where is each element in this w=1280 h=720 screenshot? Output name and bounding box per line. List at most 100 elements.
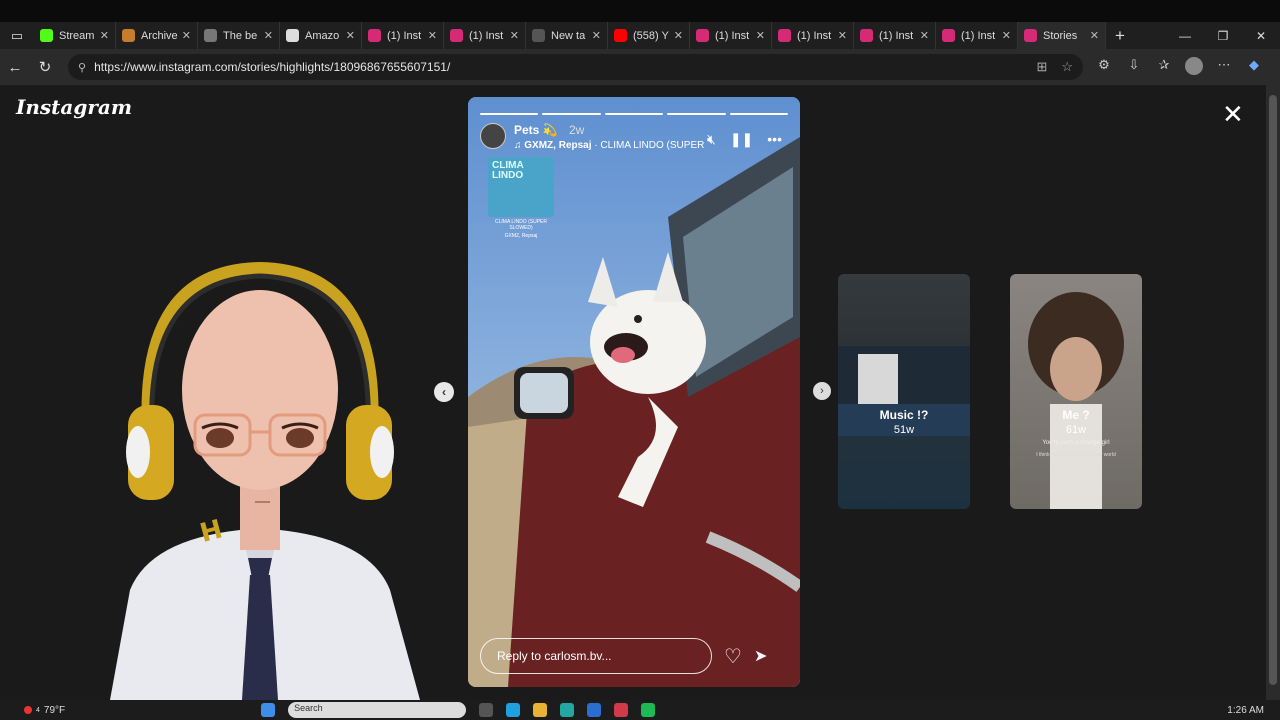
card-subcaption: I think you come from another world — [1036, 452, 1116, 458]
restore-icon[interactable]: ❐ — [1204, 29, 1242, 43]
browser-tab[interactable]: (558) Y ✕ — [608, 22, 690, 49]
close-stories-button[interactable]: ✕ — [1222, 101, 1244, 127]
close-tab-icon[interactable]: ✕ — [100, 29, 109, 42]
browser-tab[interactable]: The be ✕ — [198, 22, 280, 49]
browser-tab[interactable]: (1) Inst ✕ — [690, 22, 772, 49]
app-available-icon[interactable]: ⊞ — [1036, 59, 1047, 75]
browser-tab[interactable]: Stories ✕ — [1018, 22, 1106, 49]
story-highlight-name: Pets — [514, 123, 540, 137]
more-options-icon[interactable]: ••• — [767, 131, 782, 148]
scrollbar-thumb[interactable] — [1269, 95, 1277, 685]
minimize-icon[interactable]: — — [1166, 29, 1204, 43]
close-window-icon[interactable]: ✕ — [1242, 29, 1280, 43]
mute-icon[interactable]: 🔇︎ — [707, 131, 716, 148]
song-title: CLIMA LINDO (SUPER — [600, 140, 705, 151]
app-icon[interactable] — [560, 703, 575, 717]
app-icon[interactable] — [587, 703, 602, 717]
browser-tab[interactable]: Archive ✕ — [116, 22, 198, 49]
story-title[interactable]: Pets 💫 2w — [514, 123, 704, 137]
refresh-icon[interactable]: ↻ — [30, 58, 60, 76]
copilot-icon[interactable]: ◆ — [1239, 57, 1269, 78]
explorer-icon[interactable] — [533, 703, 548, 717]
favorites-icon[interactable]: ✰ — [1149, 57, 1179, 78]
extensions-icon[interactable]: ⚙ — [1089, 57, 1119, 78]
clock[interactable]: 1:26 AM — [1227, 705, 1264, 716]
archive-icon — [122, 29, 135, 42]
card-age: 61w — [1065, 424, 1087, 436]
story-avatar[interactable] — [480, 123, 506, 149]
card-caption: You're such a strange girl — [1042, 440, 1110, 446]
close-tab-icon[interactable]: ✕ — [428, 29, 437, 42]
music-sticker[interactable]: CLIMA LINDO CLIMA LINDO (SUPER SLOWED) G… — [488, 157, 554, 241]
new-tab-button[interactable]: + — [1106, 26, 1134, 46]
instagram-icon — [368, 29, 381, 42]
close-tab-icon[interactable]: ✕ — [1090, 29, 1099, 42]
close-tab-icon[interactable]: ✕ — [756, 29, 765, 42]
story-timestamp: 2w — [569, 123, 585, 137]
back-icon[interactable]: ← — [0, 59, 30, 76]
close-tab-icon[interactable]: ✕ — [920, 29, 929, 42]
instagram-logo[interactable]: Instagram — [16, 95, 132, 119]
reply-input[interactable] — [480, 638, 712, 674]
tab-label: Amazo — [305, 29, 340, 42]
send-icon[interactable]: ➤ — [754, 646, 767, 666]
tab-label: New ta — [551, 29, 586, 42]
amazon-icon — [286, 29, 299, 42]
start-icon[interactable] — [261, 703, 276, 717]
story-viewer[interactable]: Pets 💫 2w ♫ GXMZ, Repsaj · CLIMA LINDO (… — [468, 97, 800, 687]
album-cover-text: CLIMA LINDO — [492, 160, 524, 181]
sticker-artist: GXMZ, Repsaj — [504, 233, 538, 239]
site-info-icon[interactable]: ⚲ — [78, 61, 86, 74]
pause-icon[interactable]: ❚❚ — [730, 131, 753, 148]
page-scrollbar[interactable] — [1266, 85, 1280, 700]
highlight-card-music[interactable]: Music !? 51w — [838, 274, 970, 509]
browser-tab[interactable]: (1) Inst ✕ — [772, 22, 854, 49]
browser-tab[interactable]: (1) Inst ✕ — [444, 22, 526, 49]
close-tab-icon[interactable]: ✕ — [674, 29, 683, 42]
tab-label: (1) Inst — [387, 29, 422, 42]
close-tab-icon[interactable]: ✕ — [346, 29, 355, 42]
browser-tab[interactable]: Stream ✕ — [34, 22, 116, 49]
window-controls: — ❐ ✕ — [1166, 29, 1280, 43]
story-music[interactable]: ♫ GXMZ, Repsaj · CLIMA LINDO (SUPER — [514, 140, 704, 151]
progress-segment — [729, 113, 789, 115]
favorite-star-icon[interactable]: ☆ — [1061, 59, 1073, 75]
weather-widget[interactable]: 4 79°F — [24, 705, 65, 716]
tab-label: (1) Inst — [961, 29, 996, 42]
browser-tab[interactable]: (1) Inst ✕ — [362, 22, 444, 49]
taskview-icon[interactable] — [479, 703, 494, 717]
newtab-icon — [532, 29, 545, 42]
tab-label: Stories — [1043, 29, 1078, 42]
tab-label: (1) Inst — [715, 29, 750, 42]
browser-tab[interactable]: (1) Inst ✕ — [854, 22, 936, 49]
url-field[interactable]: ⚲ https://www.instagram.com/stories/high… — [68, 54, 1083, 80]
album-cover: CLIMA LINDO — [488, 157, 554, 217]
close-tab-icon[interactable]: ✕ — [1002, 29, 1011, 42]
close-tab-icon[interactable]: ✕ — [510, 29, 519, 42]
card-label: Me ? — [1062, 408, 1090, 422]
tab-label: Stream — [59, 29, 95, 42]
browser-tab[interactable]: Amazo ✕ — [280, 22, 362, 49]
browser-tab[interactable]: New ta ✕ — [526, 22, 608, 49]
taskbar-search[interactable]: Search — [288, 702, 467, 718]
downloads-icon[interactable]: ⇩ — [1119, 57, 1149, 78]
song-artist: GXMZ, Repsaj — [524, 140, 592, 151]
close-tab-icon[interactable]: ✕ — [592, 29, 601, 42]
instagram-icon — [450, 29, 463, 42]
browser-tab[interactable]: (1) Inst ✕ — [936, 22, 1018, 49]
next-story-button[interactable]: › — [813, 382, 831, 400]
spotify-icon[interactable] — [641, 703, 656, 717]
close-tab-icon[interactable]: ✕ — [182, 29, 191, 42]
like-heart-icon[interactable]: ♡ — [724, 644, 742, 669]
tab-label: Archive — [141, 29, 178, 42]
highlight-card-me[interactable]: Me ? 61w You're such a strange girl I th… — [1010, 274, 1142, 509]
previous-story-button[interactable]: ‹ — [434, 382, 454, 402]
close-tab-icon[interactable]: ✕ — [264, 29, 273, 42]
close-tab-icon[interactable]: ✕ — [838, 29, 847, 42]
edge-icon[interactable] — [506, 703, 521, 717]
tab-label: (1) Inst — [797, 29, 832, 42]
profile-icon[interactable] — [1179, 56, 1209, 78]
tab-actions-icon[interactable]: ▭ — [0, 22, 34, 49]
app-icon[interactable] — [614, 703, 629, 717]
more-icon[interactable]: ⋯ — [1209, 57, 1239, 78]
